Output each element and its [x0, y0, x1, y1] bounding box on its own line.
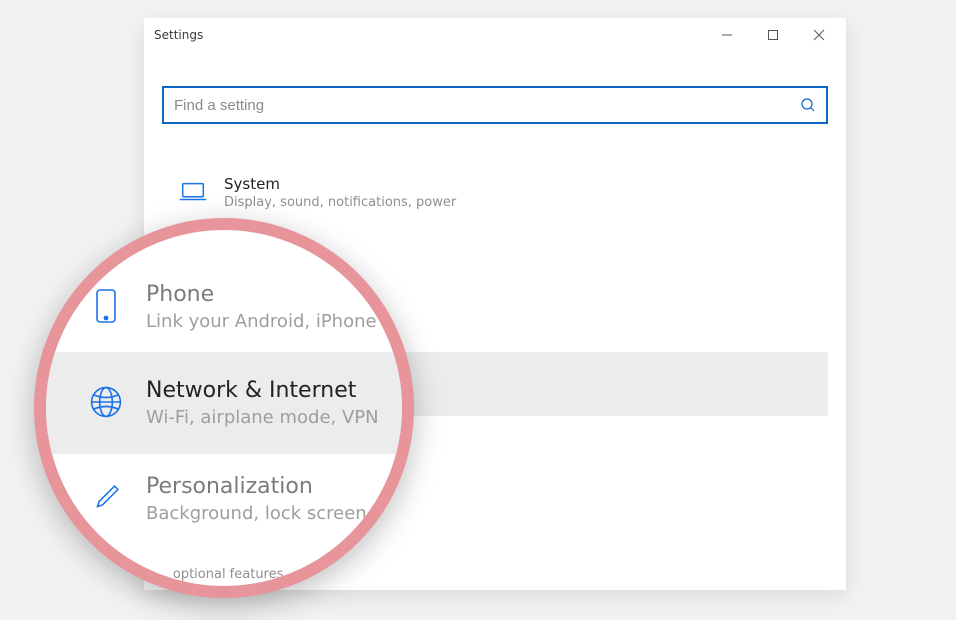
- maximize-icon: [767, 29, 779, 41]
- window-title: Settings: [154, 28, 704, 42]
- category-title: System: [224, 175, 456, 193]
- mag-fragment-text: , optional features: [165, 567, 284, 582]
- close-button[interactable]: [796, 18, 842, 52]
- maximize-button[interactable]: [750, 18, 796, 52]
- search-input[interactable]: [174, 97, 800, 114]
- category-text: System Display, sound, notifications, po…: [224, 175, 456, 210]
- mag-item-phone[interactable]: Phone Link your Android, iPhone: [46, 262, 402, 352]
- globe-icon: [86, 382, 126, 422]
- laptop-icon: [178, 177, 208, 207]
- category-subtitle: Display, sound, notifications, power: [224, 195, 456, 210]
- window-controls: [704, 18, 842, 52]
- search-box[interactable]: [162, 86, 828, 124]
- minimize-button[interactable]: [704, 18, 750, 52]
- mag-item-personalization[interactable]: Personalization Background, lock screen: [46, 454, 402, 544]
- mag-item-network[interactable]: Network & Internet Wi-Fi, airplane mode,…: [46, 352, 402, 454]
- magnifier-highlight: Phone Link your Android, iPhone Network …: [34, 218, 414, 598]
- search-icon: [800, 97, 816, 113]
- category-system[interactable]: System Display, sound, notifications, po…: [162, 160, 828, 224]
- magnifier-content: Phone Link your Android, iPhone Network …: [46, 230, 402, 586]
- phone-icon: [86, 286, 126, 326]
- close-icon: [813, 29, 825, 41]
- mag-item-subtitle: Wi-Fi, airplane mode, VPN: [146, 407, 379, 428]
- mag-item-title: Phone: [146, 282, 377, 307]
- mag-item-title: Network & Internet: [146, 378, 379, 403]
- title-bar: Settings: [144, 18, 846, 52]
- mag-item-subtitle: Background, lock screen: [146, 503, 367, 524]
- mag-item-title: Personalization: [146, 474, 367, 499]
- brush-icon: [86, 478, 126, 518]
- mag-item-subtitle: Link your Android, iPhone: [146, 311, 377, 332]
- minimize-icon: [721, 29, 733, 41]
